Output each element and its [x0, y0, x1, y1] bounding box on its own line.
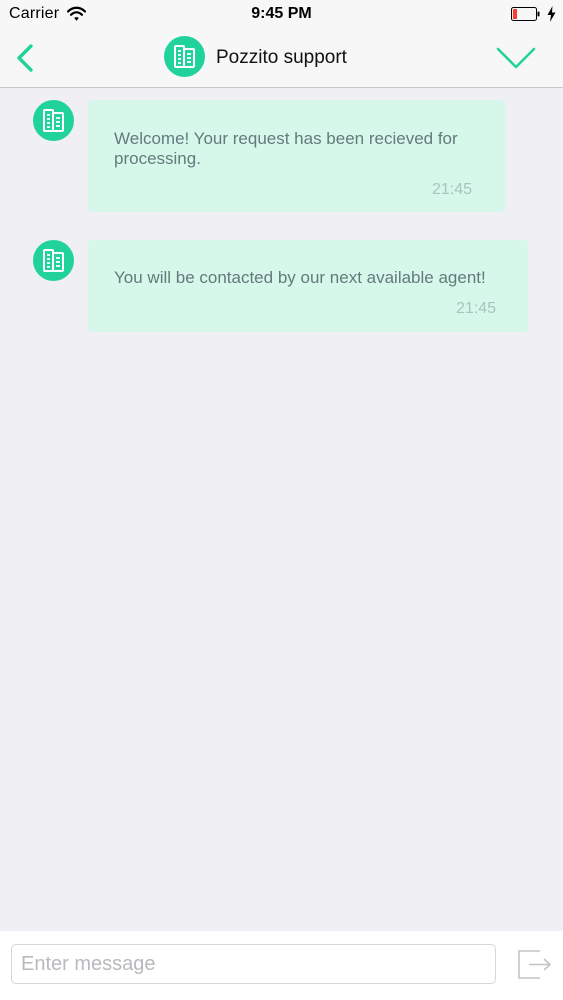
- send-exit-icon[interactable]: [516, 946, 553, 982]
- message-input[interactable]: [11, 944, 496, 984]
- chat-screen: Carrier 9:45 PM Pozzito support Welcome!…: [0, 0, 563, 1000]
- navigation-bar: Pozzito support: [0, 30, 563, 88]
- message-text: Welcome! Your request has been recieved …: [114, 129, 458, 168]
- back-chevron-icon[interactable]: [12, 40, 40, 76]
- building-icon: [43, 249, 64, 272]
- status-time: 9:45 PM: [251, 5, 312, 22]
- charging-bolt-icon: [547, 6, 556, 22]
- message-timestamp: 21:45: [456, 300, 497, 317]
- building-icon: [174, 45, 195, 68]
- message-avatar: [33, 100, 74, 141]
- message-timestamp: 21:45: [432, 181, 473, 198]
- message-bubble: You will be contacted by our next availa…: [88, 240, 528, 332]
- message-text: You will be contacted by our next availa…: [114, 268, 486, 287]
- message-composer: [0, 931, 563, 1000]
- message-item: You will be contacted by our next availa…: [0, 240, 563, 332]
- status-bar: Carrier 9:45 PM: [0, 0, 563, 30]
- checkmark-icon[interactable]: [495, 42, 537, 72]
- message-item: Welcome! Your request has been recieved …: [0, 100, 563, 212]
- battery-icon: [511, 7, 540, 21]
- building-icon: [43, 109, 64, 132]
- chat-title: Pozzito support: [216, 47, 347, 68]
- message-bubble: Welcome! Your request has been recieved …: [88, 100, 505, 212]
- message-avatar: [33, 240, 74, 281]
- support-avatar: [164, 36, 205, 77]
